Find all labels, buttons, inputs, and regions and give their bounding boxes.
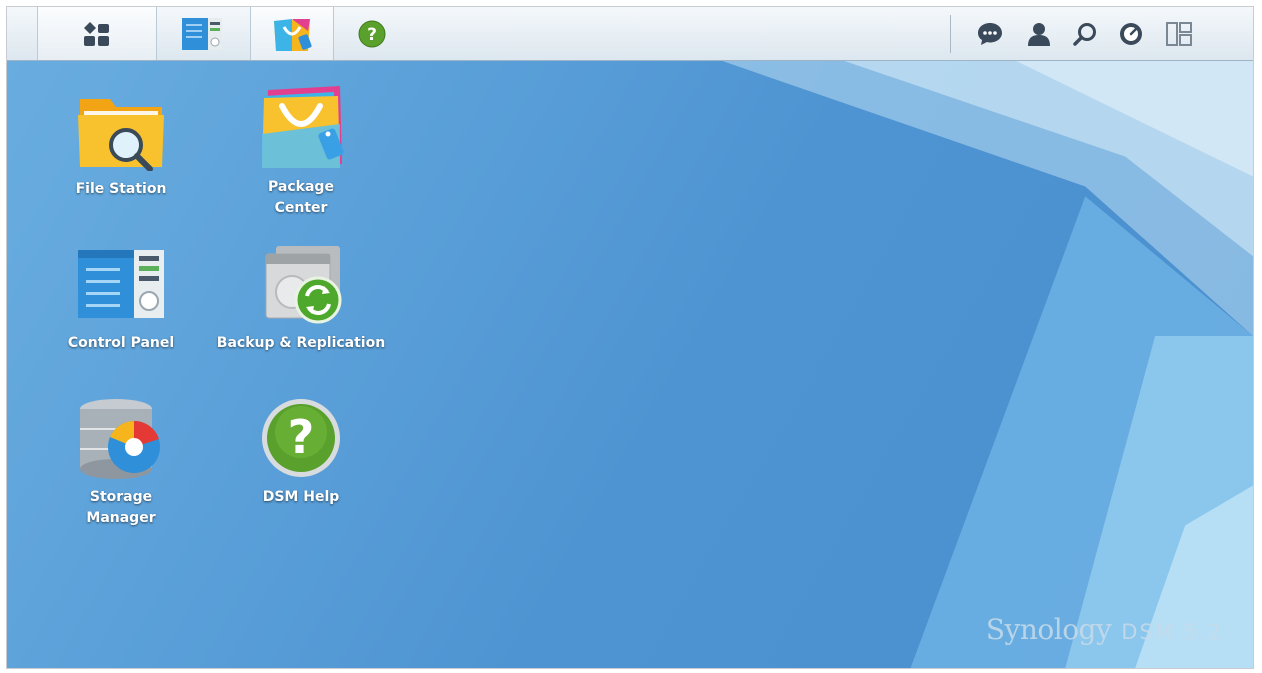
taskbar: ? [7, 7, 1253, 61]
resource-monitor-button[interactable] [1111, 7, 1151, 60]
search-button[interactable] [1065, 7, 1105, 60]
dsm-help-icon: ? [262, 399, 340, 477]
control-panel-icon [78, 250, 164, 318]
desktop-icon-file-station[interactable]: File Station [36, 85, 206, 200]
desktop-icon-label: DSM Help [262, 489, 340, 505]
taskbar-package-center-button[interactable] [250, 7, 334, 60]
main-menu-button[interactable] [37, 7, 157, 60]
svg-text:?: ? [288, 410, 315, 464]
synology-dsm-watermark: Synology DSM 5.2 [986, 613, 1223, 646]
svg-text:?: ? [367, 25, 377, 45]
user-icon [1028, 22, 1050, 46]
watermark-product: DSM 5.2 [1121, 620, 1223, 644]
widgets-icon [1166, 21, 1192, 46]
notifications-button[interactable] [970, 7, 1010, 60]
storage-manager-icon [80, 399, 160, 479]
package-center-icon [274, 18, 312, 51]
desktop-background: ? File Station Package Center Control Pa… [7, 7, 1253, 668]
desktop-icon-label: Control Panel [67, 335, 175, 351]
watermark-brand: Synology [985, 613, 1112, 646]
desktop-icon-dsm-help[interactable]: ? DSM Help [216, 393, 386, 508]
desktop-icon-backup-replication[interactable]: Backup & Replication [216, 239, 386, 354]
chat-bubble-icon [978, 22, 1002, 45]
desktop-icon-label: Package Center [268, 179, 334, 216]
desktop-icon-storage-manager[interactable]: Storage Manager [36, 393, 206, 529]
widgets-button[interactable] [1157, 7, 1201, 60]
desktop-icon-label: File Station [75, 181, 167, 197]
user-options-button[interactable] [1019, 7, 1059, 60]
desktop-icon-package-center[interactable]: Package Center [216, 83, 386, 219]
backup-replication-icon [265, 246, 342, 324]
file-station-icon [78, 99, 164, 171]
taskbar-separator [950, 15, 951, 53]
package-center-icon [262, 86, 344, 168]
search-icon [1073, 22, 1096, 46]
dsm-desktop-window: ? File Station Package Center Control Pa… [6, 6, 1254, 669]
help-icon: ? [358, 20, 386, 47]
taskbar-control-panel-button[interactable] [157, 7, 247, 60]
gauge-icon [1120, 22, 1142, 45]
desktop-icon-label: Backup & Replication [216, 335, 386, 351]
desktop-icon-control-panel[interactable]: Control Panel [36, 239, 206, 354]
control-panel-icon [182, 17, 222, 50]
desktop-icon-label: Storage Manager [86, 489, 156, 526]
main-menu-icon [84, 21, 109, 46]
taskbar-dsm-help-button[interactable]: ? [337, 7, 407, 60]
